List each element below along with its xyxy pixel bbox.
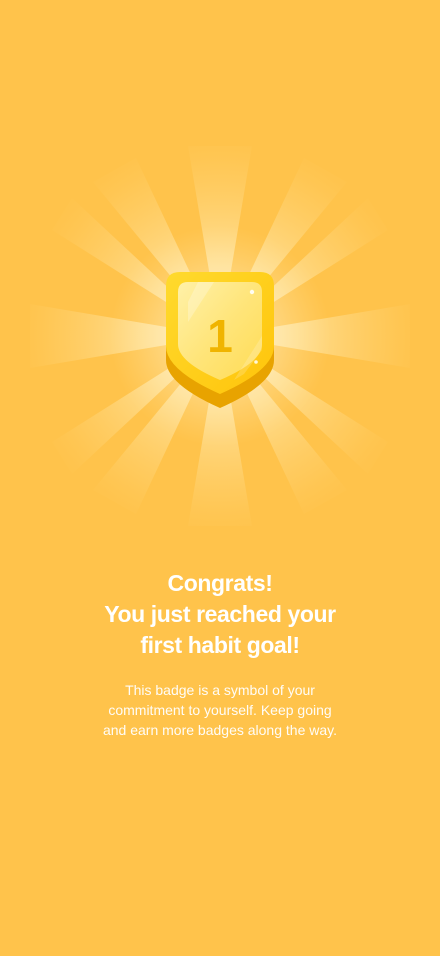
shield-badge-icon: 1 bbox=[166, 272, 274, 408]
headline-line-1: Congrats! bbox=[167, 570, 273, 596]
congrats-screen: 1 Congrats! You just reached your first … bbox=[0, 0, 440, 956]
badge-description: This badge is a symbol of your commitmen… bbox=[60, 680, 380, 740]
badge-number: 1 bbox=[207, 310, 233, 362]
body-line-2: commitment to yourself. Keep going bbox=[108, 702, 332, 718]
congrats-headline: Congrats! You just reached your first ha… bbox=[20, 568, 420, 661]
body-line-1: This badge is a symbol of your bbox=[125, 682, 315, 698]
body-line-3: and earn more badges along the way. bbox=[102, 722, 337, 738]
headline-line-2: You just reached your bbox=[104, 601, 336, 627]
first-goal-badge: 1 bbox=[160, 266, 280, 410]
headline-line-3: first habit goal! bbox=[140, 632, 300, 658]
